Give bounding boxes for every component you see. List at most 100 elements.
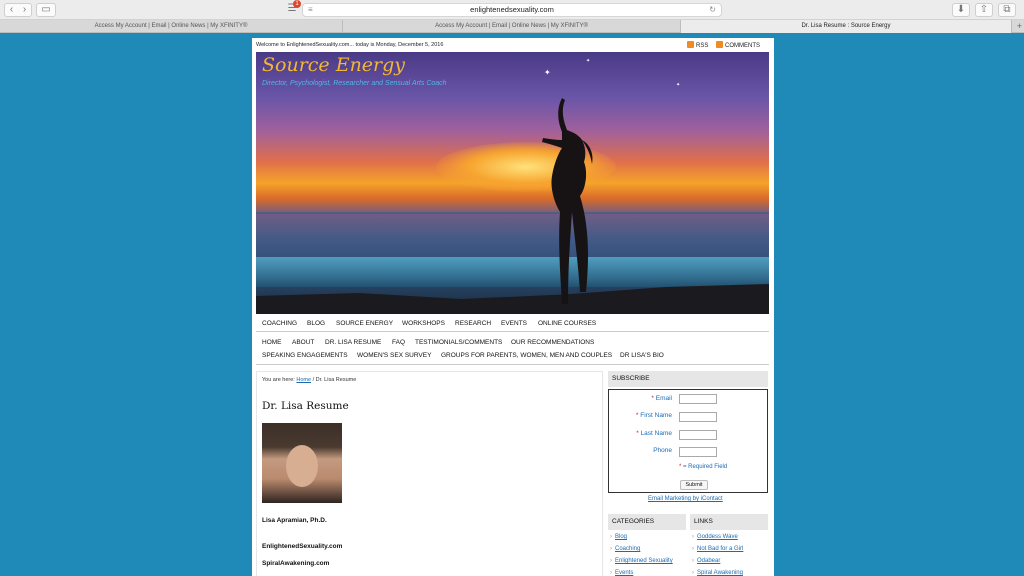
link-item-goddess-wave[interactable]: › Goddess Wave bbox=[692, 531, 743, 543]
share-button[interactable]: ⇧ bbox=[975, 3, 993, 17]
nav-blog[interactable]: BLOG bbox=[307, 320, 325, 327]
nav-groups[interactable]: GROUPS FOR PARENTS, WOMEN, MEN AND COUPL… bbox=[441, 352, 612, 359]
category-item-coaching[interactable]: › Coaching bbox=[610, 543, 673, 555]
download-icon: ⬇ bbox=[956, 4, 966, 15]
star-icon: ✦ bbox=[676, 82, 681, 88]
bullet-icon: › bbox=[610, 546, 612, 552]
sidebar: SUBSCRIBE * Email * First Name * Last Na… bbox=[608, 371, 768, 576]
extension-badge: 1 bbox=[293, 0, 301, 8]
link-label: Odabear bbox=[697, 558, 721, 564]
email-field[interactable] bbox=[679, 394, 717, 404]
last-name-label-text: Last Name bbox=[640, 430, 672, 437]
first-name-field[interactable] bbox=[679, 412, 717, 422]
nav-testimonials[interactable]: TESTIMONIALS/COMMENTS bbox=[415, 339, 502, 346]
breadcrumb: You are here: Home / Dr. Lisa Resume bbox=[262, 377, 356, 383]
profile-photo bbox=[262, 423, 342, 503]
site-title[interactable]: Source Energy bbox=[262, 54, 405, 76]
tab-xfinity-2[interactable]: Access My Account | Email | Online News … bbox=[343, 20, 681, 33]
site-line-enlightened: EnlightenedSexuality.com bbox=[262, 543, 343, 550]
nav-faq[interactable]: FAQ bbox=[392, 339, 405, 346]
bullet-icon: › bbox=[692, 570, 694, 576]
nav-events[interactable]: EVENTS bbox=[501, 320, 527, 327]
url-text: enlightenedsexuality.com bbox=[470, 5, 554, 14]
reload-icon[interactable]: ↻ bbox=[709, 4, 716, 16]
nav-bio[interactable]: DR LISA'S BIO bbox=[620, 352, 664, 359]
required-marker: * bbox=[635, 412, 639, 419]
ocean-surf bbox=[256, 257, 769, 287]
email-label: * Email bbox=[651, 395, 672, 402]
nav-recommendations[interactable]: OUR RECOMMENDATIONS bbox=[511, 339, 594, 346]
rss-link[interactable]: RSS bbox=[696, 43, 708, 49]
link-item-odabear[interactable]: › Odabear bbox=[692, 555, 743, 567]
show-tabs-button[interactable]: ⧉ bbox=[998, 3, 1016, 17]
category-label: Events bbox=[615, 570, 634, 576]
breadcrumb-home-link[interactable]: Home bbox=[296, 377, 311, 383]
nav-workshops[interactable]: WORKSHOPS bbox=[402, 320, 445, 327]
category-label: Coaching bbox=[615, 546, 641, 552]
welcome-bar: Welcome to EnlightenedSexuality.com... t… bbox=[252, 38, 774, 52]
link-item-not-bad-for-a-girl[interactable]: › Not Bad for a Girl bbox=[692, 543, 743, 555]
star-icon: ✦ bbox=[544, 68, 551, 77]
sidebar-toggle-button[interactable]: ▭ bbox=[36, 3, 56, 17]
link-label: Goddess Wave bbox=[697, 534, 738, 540]
tab-dr-lisa-resume[interactable]: Dr. Lisa Resume : Source Energy bbox=[681, 20, 1012, 33]
new-tab-button[interactable]: + bbox=[1017, 20, 1022, 32]
reader-menu-icon[interactable]: ≡ bbox=[308, 4, 313, 16]
nav-home[interactable]: HOME bbox=[262, 339, 282, 346]
nav-about[interactable]: ABOUT bbox=[292, 339, 314, 346]
category-item-events[interactable]: › Events bbox=[610, 567, 673, 576]
downloads-button[interactable]: ⬇ bbox=[952, 3, 970, 17]
category-label: Enlightened Sexuality bbox=[615, 558, 673, 564]
submit-button[interactable]: Submit bbox=[680, 480, 708, 490]
nav-coaching[interactable]: COACHING bbox=[262, 320, 297, 327]
email-marketing-link[interactable]: Email Marketing by iContact bbox=[648, 496, 723, 502]
portrait-face bbox=[286, 445, 318, 487]
link-item-spiral-awakening[interactable]: › Spiral Awakening bbox=[692, 567, 743, 576]
last-name-label: * Last Name bbox=[636, 430, 672, 437]
site-tagline: Director, Psychologist, Researcher and S… bbox=[262, 80, 447, 87]
bullet-icon: › bbox=[692, 558, 694, 564]
extension-button[interactable]: ☰ 1 bbox=[282, 0, 302, 17]
nav-online-courses[interactable]: ONLINE COURSES bbox=[538, 320, 596, 327]
comments-link[interactable]: COMMENTS bbox=[725, 43, 760, 49]
email-label-text: Email bbox=[655, 395, 672, 402]
last-name-field[interactable] bbox=[679, 430, 717, 440]
horizon-line bbox=[256, 212, 769, 214]
back-icon[interactable]: ‹ bbox=[5, 4, 18, 16]
site-line-spiral: SpiralAwakening.com bbox=[262, 560, 330, 567]
links-list: › Goddess Wave › Not Bad for a Girl › Odabe… bbox=[692, 531, 743, 576]
bullet-icon: › bbox=[610, 534, 612, 540]
subscribe-form: * Email * First Name * Last Name Phone *… bbox=[608, 389, 768, 493]
nav-dr-lisa-resume[interactable]: DR. LISA RESUME bbox=[325, 339, 381, 346]
categories-heading: CATEGORIES bbox=[608, 514, 686, 530]
tab-bar: Access My Account | Email | Online News … bbox=[0, 20, 1024, 33]
nav-source-energy[interactable]: SOURCE ENERGY bbox=[336, 320, 393, 327]
sidebar-icon: ▭ bbox=[41, 4, 51, 15]
comments-feed-icon bbox=[716, 41, 723, 48]
link-label: Spiral Awakening bbox=[697, 570, 743, 576]
phone-field[interactable] bbox=[679, 447, 717, 457]
links-heading: LINKS bbox=[690, 514, 768, 530]
welcome-text: Welcome to EnlightenedSexuality.com... t… bbox=[256, 42, 444, 48]
category-item-enlightened-sexuality[interactable]: › Enlightened Sexuality bbox=[610, 555, 673, 567]
category-item-blog[interactable]: › Blog bbox=[610, 531, 673, 543]
address-bar[interactable]: ≡ enlightenedsexuality.com ↻ bbox=[302, 3, 722, 17]
share-icon: ⇧ bbox=[979, 4, 989, 15]
required-field-note: * = Required Field bbox=[679, 464, 727, 470]
browser-toolbar: ‹ › ▭ ☰ 1 ≡ enlightenedsexuality.com ↻ ⬇ … bbox=[0, 0, 1024, 20]
phone-label: Phone bbox=[653, 447, 672, 454]
breadcrumb-prefix: You are here: bbox=[262, 377, 295, 383]
feed-links: RSS COMMENTS bbox=[686, 41, 766, 50]
category-label: Blog bbox=[615, 534, 628, 540]
page-title: Dr. Lisa Resume bbox=[262, 400, 349, 412]
tabs-icon: ⧉ bbox=[1003, 4, 1011, 15]
tab-xfinity-1[interactable]: Access My Account | Email | Online News … bbox=[0, 20, 343, 33]
bullet-icon: › bbox=[692, 546, 694, 552]
nav-speaking[interactable]: SPEAKING ENGAGEMENTS bbox=[262, 352, 348, 359]
nav-sex-survey[interactable]: WOMEN'S SEX SURVEY bbox=[357, 352, 431, 359]
primary-nav: COACHING BLOG SOURCE ENERGY WORKSHOPS RE… bbox=[256, 316, 769, 332]
forward-icon[interactable]: › bbox=[18, 4, 31, 16]
nav-research[interactable]: RESEARCH bbox=[455, 320, 491, 327]
required-marker: * bbox=[679, 464, 682, 470]
subscribe-heading: SUBSCRIBE bbox=[608, 371, 768, 387]
